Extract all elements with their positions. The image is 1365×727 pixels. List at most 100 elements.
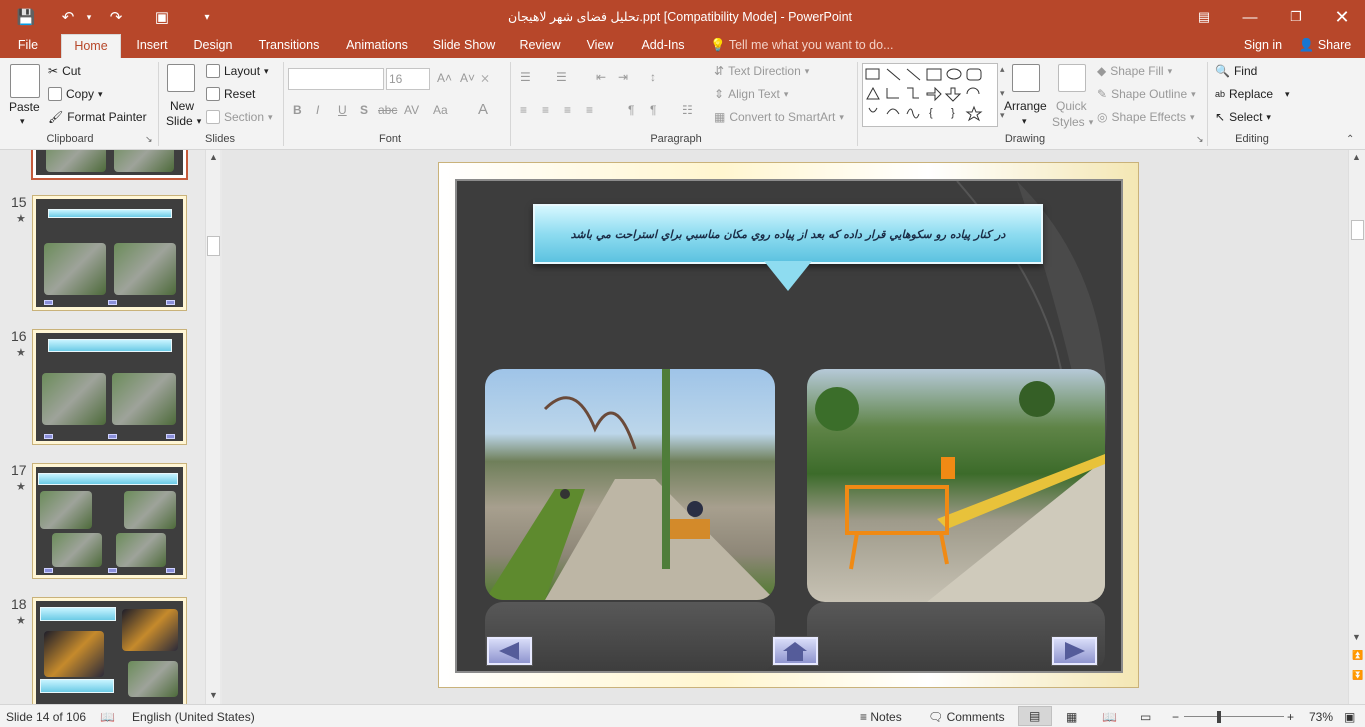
start-from-beginning-icon[interactable]: ▣ bbox=[150, 0, 174, 34]
gallery-up-icon[interactable]: ▴ bbox=[1000, 64, 1005, 75]
language-indicator[interactable]: English (United States) bbox=[132, 710, 255, 724]
slide-thumbnails-pane[interactable]: 15 ★ 16 ★ 17 ★ 18 ★ bbox=[0, 150, 222, 704]
scrollbar-thumb[interactable] bbox=[207, 236, 220, 256]
shape-fill-button[interactable]: ◆ Shape Fill ▾ bbox=[1097, 64, 1172, 78]
reading-view-icon[interactable]: 📖 bbox=[1102, 710, 1117, 724]
redo-icon[interactable]: ↷ bbox=[104, 0, 128, 34]
format-painter-button[interactable]: 🖌 Format Painter bbox=[48, 110, 147, 124]
decrease-indent-icon[interactable]: ⇤ bbox=[596, 70, 606, 84]
scroll-down-icon[interactable]: ▼ bbox=[1352, 632, 1361, 642]
shape-effects-button[interactable]: ◎ Shape Effects ▾ bbox=[1097, 110, 1195, 124]
previous-slide-button[interactable] bbox=[486, 636, 533, 666]
undo-icon[interactable]: ↶ bbox=[56, 0, 80, 34]
notes-button[interactable]: ≡ Notes bbox=[860, 710, 902, 724]
clipboard-launcher-icon[interactable]: ↘ bbox=[145, 134, 153, 145]
minimize-icon[interactable]: — bbox=[1238, 0, 1262, 34]
tab-design[interactable]: Design bbox=[186, 34, 240, 58]
thumbnail-slide-15[interactable] bbox=[32, 195, 187, 311]
title-banner[interactable]: در كنار پياده رو سكوهايي قرار داده كه بع… bbox=[533, 204, 1043, 264]
select-button[interactable]: ↖ Select ▾ bbox=[1215, 110, 1271, 124]
arrange-button[interactable]: Arrange bbox=[1004, 99, 1047, 113]
scroll-down-icon[interactable]: ▼ bbox=[209, 690, 218, 700]
strikethrough-icon[interactable]: abc bbox=[378, 103, 397, 117]
next-slide-icon[interactable]: ⏬ bbox=[1352, 670, 1363, 681]
copy-button[interactable]: Copy ▾ bbox=[48, 87, 103, 101]
cut-button[interactable]: ✂ Cut bbox=[48, 64, 81, 78]
tab-file[interactable]: File bbox=[8, 34, 48, 58]
paste-button[interactable]: Paste bbox=[9, 100, 40, 114]
fit-to-window-icon[interactable]: ▣ bbox=[1344, 710, 1355, 724]
tab-review[interactable]: Review bbox=[513, 34, 567, 58]
shapes-gallery[interactable]: {} bbox=[862, 63, 998, 127]
zoom-out-icon[interactable]: − bbox=[1172, 710, 1179, 724]
new-slide-button[interactable]: Slide ▾ bbox=[166, 114, 201, 128]
zoom-level[interactable]: 73% bbox=[1309, 710, 1333, 724]
comments-button[interactable]: 🗨 Comments bbox=[928, 710, 1005, 724]
tab-transitions[interactable]: Transitions bbox=[252, 34, 326, 58]
new-slide-icon[interactable] bbox=[167, 64, 195, 92]
align-right-icon[interactable]: ≡ bbox=[564, 103, 571, 117]
text-direction-button[interactable]: ⇵ Text Direction ▾ bbox=[714, 64, 809, 78]
quick-styles-icon[interactable] bbox=[1058, 64, 1086, 92]
restore-icon[interactable]: ❐ bbox=[1284, 0, 1308, 34]
find-button[interactable]: 🔍 Find bbox=[1215, 64, 1257, 78]
columns-icon[interactable]: ☷ bbox=[682, 103, 693, 117]
close-icon[interactable]: ✕ bbox=[1330, 0, 1354, 34]
font-name-combo[interactable] bbox=[288, 68, 384, 90]
slide-show-icon[interactable]: ▭ bbox=[1140, 710, 1151, 724]
tab-add-ins[interactable]: Add-Ins bbox=[632, 34, 694, 58]
share-button[interactable]: 👤 Share bbox=[1294, 34, 1356, 58]
gallery-down-icon[interactable]: ▾ bbox=[1000, 88, 1005, 99]
quick-styles-button[interactable]: Styles ▾ bbox=[1052, 115, 1093, 129]
decrease-font-icon[interactable]: A˅ bbox=[460, 71, 475, 85]
zoom-slider-track[interactable] bbox=[1184, 716, 1284, 717]
previous-slide-icon[interactable]: ⏫ bbox=[1352, 650, 1363, 661]
thumbnail-scrollbar[interactable]: ▲ ▼ bbox=[205, 150, 220, 704]
scroll-up-icon[interactable]: ▲ bbox=[209, 152, 218, 162]
replace-button[interactable]: ab Replace ▾ bbox=[1215, 87, 1290, 101]
underline-icon[interactable]: U bbox=[338, 103, 347, 117]
shape-outline-button[interactable]: ✎ Shape Outline ▾ bbox=[1097, 87, 1196, 101]
undo-dropdown-icon[interactable]: ▾ bbox=[84, 0, 94, 34]
tell-me-box[interactable]: 💡 Tell me what you want to do... bbox=[710, 34, 900, 58]
char-spacing-icon[interactable]: AV bbox=[404, 103, 419, 117]
editor-scrollbar[interactable]: ▲ ▼ ⏫ ⏬ bbox=[1348, 150, 1365, 704]
tab-slide-show[interactable]: Slide Show bbox=[428, 34, 500, 58]
normal-view-button[interactable]: ▤ bbox=[1018, 706, 1052, 726]
thumbnail-slide-18[interactable] bbox=[32, 597, 187, 704]
tab-insert[interactable]: Insert bbox=[128, 34, 176, 58]
font-color-icon[interactable]: A bbox=[478, 101, 488, 118]
thumbnail-slide-16[interactable] bbox=[32, 329, 187, 445]
rtl-icon[interactable]: ¶ bbox=[650, 103, 656, 117]
save-icon[interactable]: 💾 bbox=[14, 0, 38, 34]
clear-formatting-icon[interactable]: ⨯ bbox=[480, 71, 490, 85]
slide-editor-canvas[interactable]: در كنار پياده رو سكوهايي قرار داده كه بع… bbox=[222, 150, 1347, 704]
ltr-icon[interactable]: ¶ bbox=[628, 103, 634, 117]
zoom-in-icon[interactable]: + bbox=[1287, 710, 1294, 724]
layout-button[interactable]: Layout ▾ bbox=[206, 64, 269, 78]
slide-sorter-icon[interactable]: ▦ bbox=[1066, 710, 1077, 724]
italic-icon[interactable]: I bbox=[316, 103, 319, 117]
scroll-up-icon[interactable]: ▲ bbox=[1352, 152, 1361, 162]
customize-toolbar-icon[interactable]: ▾ bbox=[200, 0, 214, 34]
ribbon-display-options-icon[interactable]: ▤ bbox=[1192, 0, 1216, 34]
reset-button[interactable]: Reset bbox=[206, 87, 255, 101]
zoom-slider-thumb[interactable] bbox=[1217, 711, 1221, 723]
quick-styles-label-1[interactable]: Quick bbox=[1056, 99, 1087, 113]
sign-in-link[interactable]: Sign in bbox=[1238, 34, 1288, 58]
spell-check-icon[interactable]: 📖 bbox=[100, 710, 115, 724]
line-spacing-icon[interactable]: ↕ bbox=[650, 70, 656, 84]
tab-animations[interactable]: Animations bbox=[338, 34, 416, 58]
tab-view[interactable]: View bbox=[580, 34, 620, 58]
arrange-dropdown-icon[interactable]: ▾ bbox=[1022, 116, 1027, 127]
paste-icon[interactable] bbox=[10, 64, 40, 98]
drawing-launcher-icon[interactable]: ↘ bbox=[1196, 134, 1204, 145]
align-text-button[interactable]: ⇕ Align Text ▾ bbox=[714, 87, 788, 101]
align-left-icon[interactable]: ≡ bbox=[520, 103, 527, 117]
arrange-icon[interactable] bbox=[1012, 64, 1040, 92]
thumbnail-slide-14[interactable] bbox=[31, 150, 188, 180]
justify-icon[interactable]: ≡ bbox=[586, 103, 593, 117]
tab-home[interactable]: Home bbox=[61, 34, 121, 58]
photo-orange-bench[interactable] bbox=[807, 369, 1105, 602]
collapse-ribbon-icon[interactable]: ⌃ bbox=[1346, 134, 1354, 145]
